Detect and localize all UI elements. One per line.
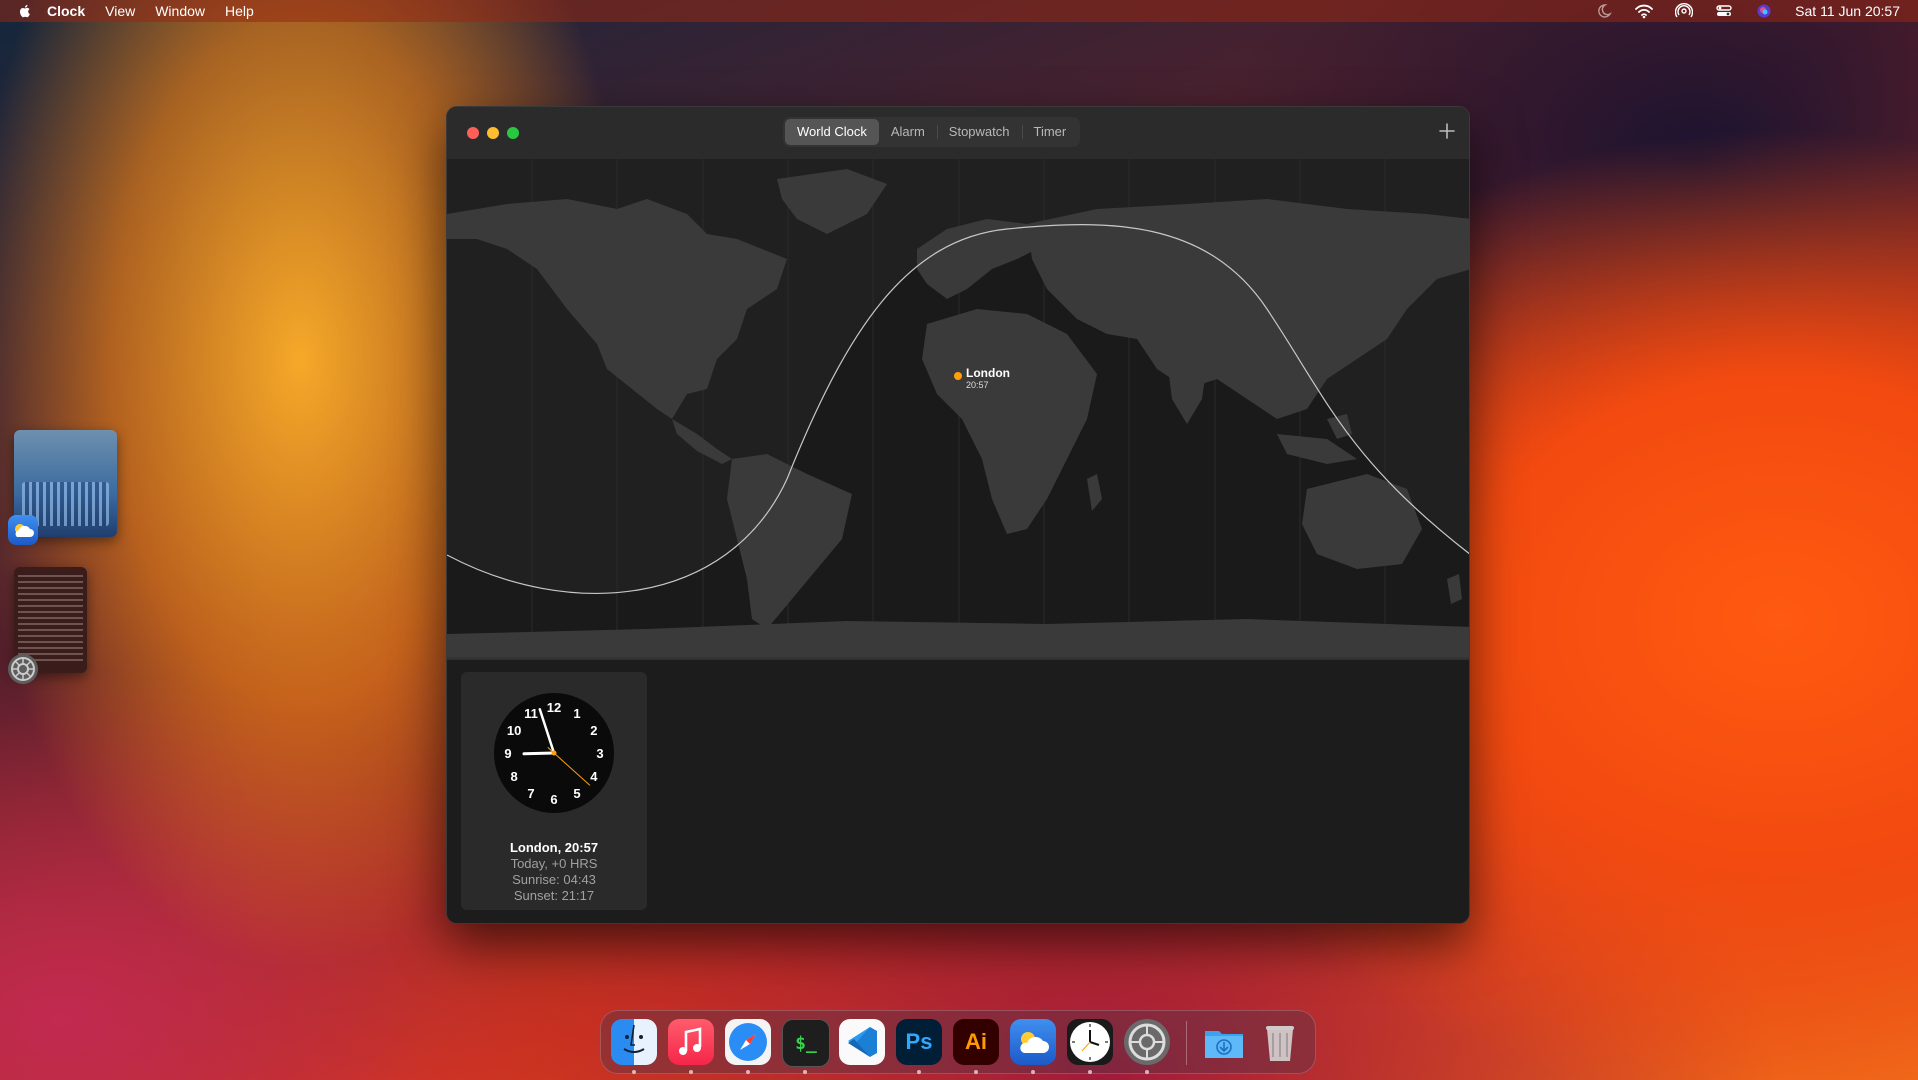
clock-number: 10 [507,723,521,738]
safari-running-indicator [746,1070,750,1074]
illustrator-label: Ai [965,1029,987,1054]
vscode-icon[interactable] [839,1019,885,1065]
menu-clock[interactable]: Sat 11 Jun 20:57 [1795,3,1900,19]
minimize-button[interactable] [487,127,499,139]
dock: $_ Ps Ai [600,1010,1316,1074]
card-sunset: Sunset: 21:17 [513,888,595,903]
weather-icon[interactable] [1010,1019,1056,1065]
clock-number: 4 [590,769,598,784]
zoom-button[interactable] [507,127,519,139]
add-city-button[interactable] [1437,121,1457,141]
menu-help[interactable]: Help [225,3,254,19]
wifi-icon[interactable] [1635,3,1654,19]
weather-app-badge-icon [8,515,38,545]
illustrator-icon[interactable]: Ai [953,1019,999,1065]
world-map: London 20:57 [447,159,1469,659]
finder-icon[interactable] [611,1019,657,1065]
terminal-icon[interactable]: $_ [782,1019,830,1067]
music-icon[interactable] [668,1019,714,1065]
menu-bar: Clock View Window Help Sat 11 Jun 20:57 [0,0,1918,22]
status-area: Sat 11 Jun 20:57 [1595,3,1900,19]
control-center-icon[interactable] [1715,3,1733,19]
card-city-title: London, 20:57 [509,840,599,855]
map-city-time: 20:57 [966,380,989,390]
dock-separator [1186,1021,1187,1065]
card-day-offset: Today, +0 HRS [510,856,598,871]
tab-bar: World Clock Alarm Stopwatch Timer [783,117,1081,147]
finder-running-indicator [632,1070,636,1074]
tab-stopwatch[interactable]: Stopwatch [936,119,1022,145]
clock-number: 3 [596,746,603,761]
system-settings-running-indicator [1145,1070,1149,1074]
photoshop-running-indicator [917,1070,921,1074]
title-bar: World Clock Alarm Stopwatch Timer [447,107,1469,159]
menu-window[interactable]: Window [155,3,205,19]
clock-center-pin [551,750,557,756]
world-map-graphic [447,159,1469,659]
downloads-folder-icon[interactable] [1201,1019,1247,1065]
analog-clock-face: 12 12 3 45 6 789 1011 [494,693,614,813]
photoshop-label: Ps [905,1029,933,1054]
terminal-running-indicator [803,1070,807,1074]
city-clock-card[interactable]: 12 1 2 3 4 5 6 7 8 9 10 11 London, 20:57 Today, +0 … [461,672,647,910]
menu-view[interactable]: View [105,3,135,19]
system-settings-badge-icon [8,654,38,684]
system-settings-icon[interactable] [1124,1019,1170,1065]
card-sunrise: Sunrise: 04:43 [512,872,596,887]
airdrop-icon[interactable] [1675,3,1694,19]
clock-number: 11 [524,706,538,721]
weather-running-indicator [1031,1070,1035,1074]
clock-number: 7 [527,786,534,801]
clock-number: 6 [550,792,557,807]
clock-hour-hand [522,751,556,756]
clock-number: 5 [573,786,580,801]
safari-icon[interactable] [725,1019,771,1065]
tab-alarm[interactable]: Alarm [879,119,937,145]
trash-icon[interactable] [1257,1019,1303,1065]
music-running-indicator [689,1070,693,1074]
clock-number: 8 [511,769,518,784]
app-menu-clock[interactable]: Clock [47,3,85,19]
photoshop-icon[interactable]: Ps [896,1019,942,1065]
tab-world-clock[interactable]: World Clock [785,119,879,145]
terminal-label: $_ [795,1032,817,1054]
close-button[interactable] [467,127,479,139]
illustrator-running-indicator [974,1070,978,1074]
clock-icon[interactable] [1067,1019,1113,1065]
city-cards-pane: 12 1 2 3 4 5 6 7 8 9 10 11 London, 20:57 Today, +0 … [447,659,1469,923]
clock-number: 9 [504,746,511,761]
clock-number: 12 [547,700,561,715]
tab-timer[interactable]: Timer [1021,119,1079,145]
clock-window: World Clock Alarm Stopwatch Timer London… [446,106,1470,924]
settings-thumbnail-lines [18,575,83,665]
apple-icon[interactable] [17,3,33,19]
map-city-name: London [966,366,1010,380]
siri-icon[interactable] [1755,3,1773,19]
clock-number: 1 [573,706,580,721]
clock-number: 2 [590,723,597,738]
moon-icon[interactable] [1595,3,1613,19]
clock-running-indicator [1088,1070,1092,1074]
city-location-pin[interactable] [954,372,962,380]
